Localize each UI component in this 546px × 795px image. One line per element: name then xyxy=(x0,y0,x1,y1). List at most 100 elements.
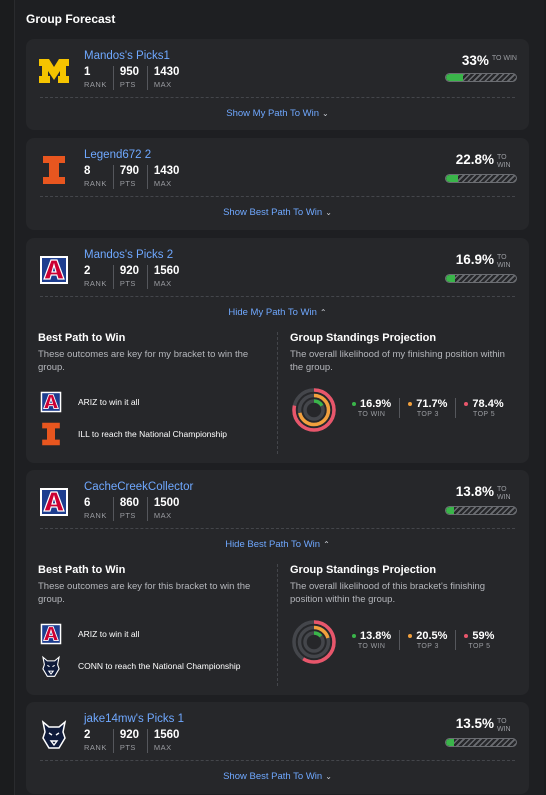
win-probability: 13.5% TO WIN xyxy=(445,716,517,747)
path-outcome-text: CONN to reach the National Championship xyxy=(78,661,241,671)
forecast-card: CacheCreekCollector 6 RANK 860 PTS 1500 MAX 13.… xyxy=(26,470,529,695)
path-outcome: CONN to reach the National Championship xyxy=(40,654,241,678)
projection-section: Group Standings Projection The overall li… xyxy=(290,564,520,606)
stat-pts-value: 860 xyxy=(119,497,140,509)
stat-rank-label: RANK xyxy=(84,179,107,188)
win-probability-bar xyxy=(445,274,517,283)
win-probability-fill xyxy=(446,275,455,282)
projection-to_win-label: TO WIN xyxy=(357,411,386,418)
path-toggle-label[interactable]: Show My Path To Win xyxy=(226,108,319,119)
path-toggle-label[interactable]: Hide My Path To Win xyxy=(228,307,317,318)
stat-max: 1430 MAX xyxy=(154,66,186,90)
path-toggle-button[interactable]: Hide Best Path To Win ⌃ xyxy=(26,539,529,550)
projection-top3-text: 71.7% xyxy=(416,398,448,410)
projection-top5-label: TOP 5 xyxy=(468,643,491,650)
projection-stats: 13.8% TO WIN 20.5% TOP 3 59% TOP 5 xyxy=(344,630,502,650)
forecast-card: Legend672 2 8 RANK 790 PTS 1430 MAX 22.8% TO WIN… xyxy=(26,138,529,230)
stat-rank: 2 RANK xyxy=(84,729,114,753)
path-toggle-button[interactable]: Show Best Path To Win ⌄ xyxy=(26,207,529,218)
stat-pts-value: 920 xyxy=(119,265,140,277)
projection-top5-value: 78.4% xyxy=(464,398,504,410)
detail-separator xyxy=(277,564,278,686)
to-win-label: TO WIN xyxy=(497,254,511,269)
bracket-stats: 1 RANK 950 PTS 1430 MAX xyxy=(84,66,191,90)
win-percent: 22.8% xyxy=(455,152,494,167)
stat-max-value: 1560 xyxy=(153,729,180,741)
path-outcome: ARIZ to win it all xyxy=(40,622,139,646)
bracket-name-link[interactable]: jake14mw's Picks 1 xyxy=(84,713,184,725)
win-probability-fill xyxy=(446,175,458,182)
chevron-down-icon: ⌄ xyxy=(325,772,332,781)
uconn-logo xyxy=(38,718,70,750)
path-toggle-label[interactable]: Hide Best Path To Win xyxy=(225,539,320,550)
projection-top3-dot xyxy=(408,634,413,639)
projection-to_win-value: 13.8% xyxy=(352,630,391,642)
projection-top5-label: TOP 5 xyxy=(473,411,495,418)
bracket-stats: 6 RANK 860 PTS 1500 MAX xyxy=(84,497,191,521)
bracket-name-link[interactable]: CacheCreekCollector xyxy=(84,481,193,493)
projection-top3: 20.5% TOP 3 xyxy=(399,630,455,650)
projection-rings-wrap xyxy=(290,386,338,439)
win-probability-bar xyxy=(445,73,517,82)
win-probability-bar xyxy=(445,738,517,747)
bracket-stats: 2 RANK 920 PTS 1560 MAX xyxy=(84,265,191,289)
path-outcome: ILL to reach the National Championship xyxy=(40,422,227,446)
stat-pts-label: PTS xyxy=(119,179,136,188)
stat-pts: 860 PTS xyxy=(120,497,148,521)
projection-to_win-text: 13.8% xyxy=(360,630,392,642)
projection-top5-dot xyxy=(464,634,469,639)
path-toggle-button[interactable]: Show Best Path To Win ⌄ xyxy=(26,771,529,782)
projection-to_win-text: 16.9% xyxy=(360,398,392,410)
path-detail: Best Path to Win These outcomes are key f… xyxy=(26,564,529,689)
win-probability: 16.9% TO WIN xyxy=(445,252,517,283)
path-toggle-label[interactable]: Show Best Path To Win xyxy=(223,207,322,218)
best-path-section: Best Path to Win These outcomes are key f… xyxy=(38,332,268,374)
card-divider xyxy=(40,296,515,297)
projection-to_win: 16.9% TO WIN xyxy=(344,398,399,418)
stat-max-value: 1560 xyxy=(153,265,180,277)
path-toggle-button[interactable]: Show My Path To Win ⌄ xyxy=(26,108,529,119)
stat-pts-label: PTS xyxy=(119,279,136,288)
to-win-label: TO WIN xyxy=(497,486,511,501)
stat-pts-value: 950 xyxy=(119,66,140,78)
stat-max: 1560 MAX xyxy=(154,729,186,753)
path-detail: Best Path to Win These outcomes are key f… xyxy=(26,332,529,457)
stat-rank-value: 2 xyxy=(84,729,91,741)
best-path-title: Best Path to Win xyxy=(38,564,126,576)
to-win-label: TO WIN xyxy=(491,55,517,62)
stat-pts-label: PTS xyxy=(119,743,136,752)
bracket-name-link[interactable]: Mandos's Picks 2 xyxy=(84,249,173,261)
projection-top5: 78.4% TOP 5 xyxy=(455,398,511,418)
projection-to_win-dot xyxy=(352,402,356,407)
card-header: CacheCreekCollector 6 RANK 860 PTS 1500 MAX 13.… xyxy=(26,470,529,528)
win-probability-row: 13.5% TO WIN xyxy=(445,716,517,734)
stat-pts-value: 790 xyxy=(119,165,140,177)
path-outcome-text: ILL to reach the National Championship xyxy=(78,429,227,439)
stat-rank-label: RANK xyxy=(84,80,107,89)
projection-to_win-dot xyxy=(352,634,356,639)
projection-top3: 71.7% TOP 3 xyxy=(399,398,455,418)
bracket-name-link[interactable]: Mandos's Picks1 xyxy=(84,50,170,62)
projection-rings xyxy=(292,388,336,432)
win-percent: 13.8% xyxy=(455,484,494,499)
path-toggle-label[interactable]: Show Best Path To Win xyxy=(223,771,322,782)
projection-to_win-label: TO WIN xyxy=(357,643,386,650)
stat-max-label: MAX xyxy=(153,511,172,520)
win-probability: 13.8% TO WIN xyxy=(445,484,517,515)
projection-top3-value: 71.7% xyxy=(408,398,447,410)
stat-rank-value: 8 xyxy=(84,165,91,177)
stat-max: 1500 MAX xyxy=(154,497,186,521)
bracket-name-link[interactable]: Legend672 2 xyxy=(84,149,151,161)
stat-max: 1560 MAX xyxy=(154,265,186,289)
projection-rings-wrap xyxy=(290,618,338,671)
forecast-card: Mandos's Picks1 1 RANK 950 PTS 1430 MAX 33% TO W… xyxy=(26,39,529,130)
path-outcome-text: ARIZ to win it all xyxy=(78,629,140,639)
path-outcome-text: ARIZ to win it all xyxy=(78,397,140,407)
win-probability: 33% TO WIN xyxy=(445,53,517,82)
projection-top3-dot xyxy=(408,402,413,407)
win-percent: 33% xyxy=(461,53,489,68)
stat-max: 1430 MAX xyxy=(154,165,186,189)
win-probability-row: 16.9% TO WIN xyxy=(445,252,517,270)
stat-rank-value: 1 xyxy=(84,66,91,78)
path-toggle-button[interactable]: Hide My Path To Win ⌃ xyxy=(26,307,529,318)
